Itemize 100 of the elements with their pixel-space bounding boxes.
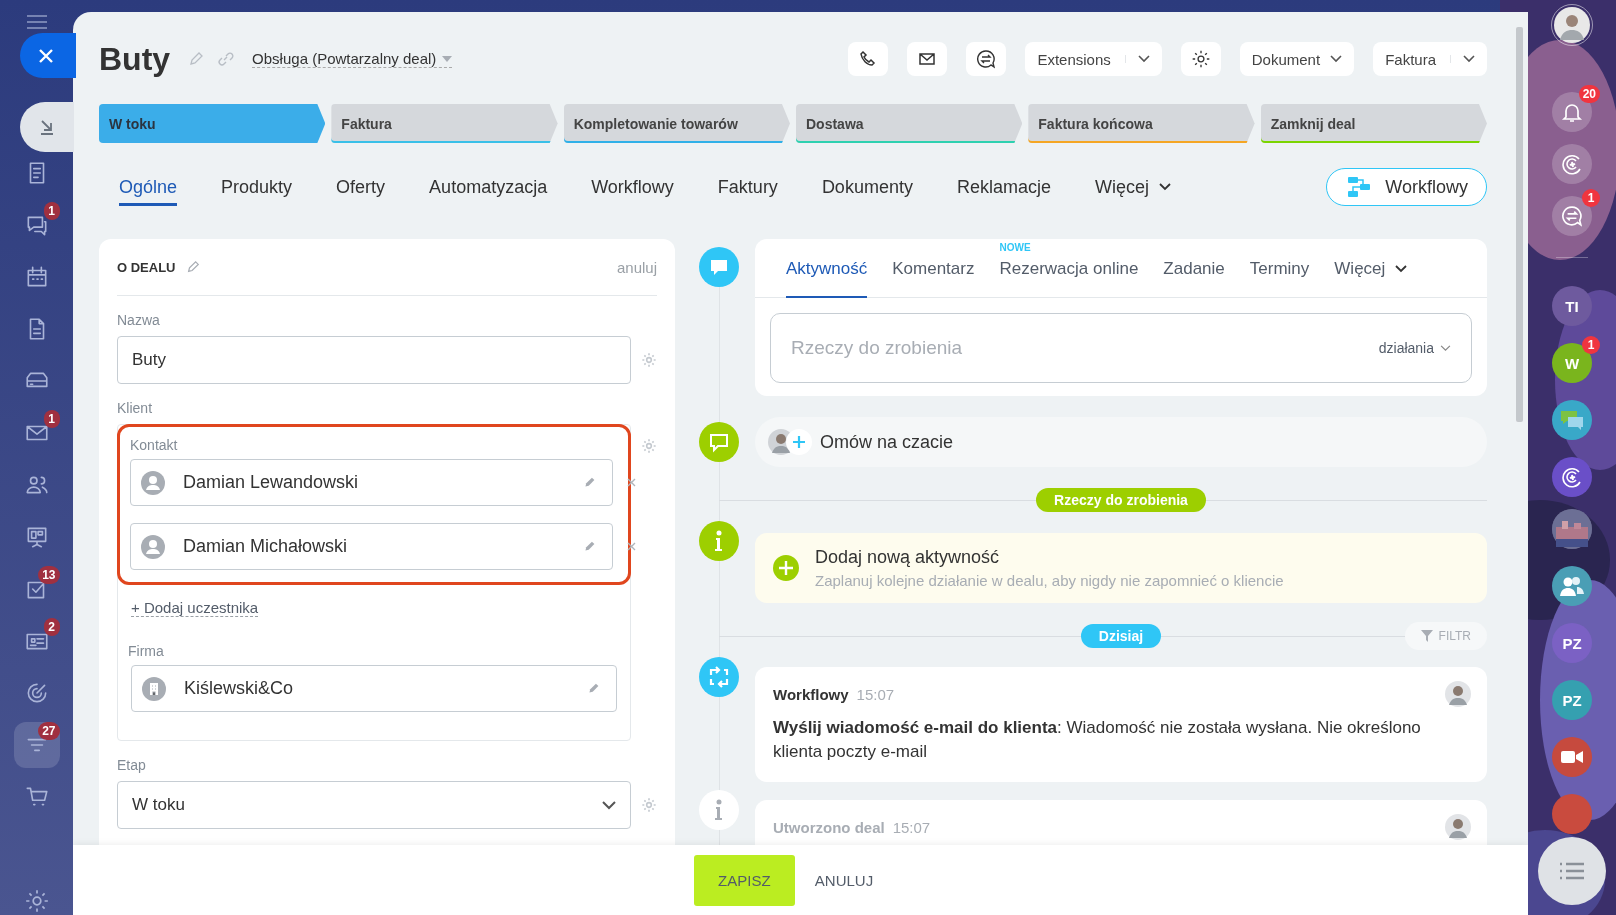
stage-step[interactable]: Dostawa [796,104,1023,143]
settings-button[interactable] [1180,42,1221,76]
tab[interactable]: Zadanie [1163,239,1225,298]
chat-button[interactable] [966,42,1007,76]
event-title: Utworzono deal [773,818,885,836]
chevron-icon [1330,55,1343,63]
tab[interactable]: Workflowy [591,168,674,206]
event-title: Workflowy [773,685,849,703]
field-label: Etap [117,757,147,773]
info-icon [699,521,739,561]
chevron-icon [1395,264,1408,273]
people-icon [1559,575,1585,597]
bell-icon [1561,101,1583,123]
tab[interactable]: Reklamacje [956,168,1051,206]
avatar-icon [1445,681,1471,707]
dropdown-button[interactable]: Faktura [1373,42,1487,76]
gear-icon[interactable] [23,888,50,914]
close-button[interactable] [20,33,76,78]
field-label: Kontakt [130,437,179,453]
event-time: 15:07 [856,685,895,703]
stage-step[interactable]: Faktura [331,104,558,143]
tab[interactable]: NOWE Rezerwacja online [999,239,1139,298]
nav-item[interactable]: 2 [13,618,60,664]
tab[interactable]: Faktury [717,168,778,206]
nav-item[interactable]: 1 [13,410,60,456]
tab[interactable]: Komentarz [892,239,975,298]
nav-item[interactable]: 1 [13,202,60,248]
chat-arrows-icon [976,49,997,69]
chat-icon [699,422,739,462]
card-subtitle: Zaplanuj kolejne działanie w dealu, aby nigdy nie zapomnieć o kliencie [815,572,1284,589]
list-icon [1558,861,1586,881]
event-time: 15:07 [892,818,931,836]
funnel-icon [1420,630,1433,642]
mail-button[interactable] [907,42,948,76]
dropdown-button[interactable]: Dokument [1239,42,1355,76]
field-label: Firma [128,643,165,659]
stage-step[interactable]: Zamknij deal [1260,104,1487,143]
avatar-icon [1554,7,1590,43]
save-button[interactable]: ZAPISZ [693,854,795,906]
contact-field[interactable]: Damian Lewandowski [130,459,613,506]
scrollbar[interactable] [1516,27,1523,422]
workflow-icon [1347,176,1372,198]
company-field[interactable]: Kiślewski&Co [131,665,617,712]
spiral-icon [1561,466,1583,488]
comment-icon [699,247,739,287]
gear-icon [1190,49,1211,69]
remove-icon[interactable] [627,478,636,487]
video-camera-icon [1560,749,1584,765]
todo-field[interactable]: Rzeczy do zrobienia działania [770,313,1472,383]
chevron-icon [1159,183,1171,191]
chat-row[interactable]: Omów na czacie [755,417,1487,467]
person-icon [141,534,165,559]
field-label: Nazwa [117,312,161,328]
building-icon [142,676,166,701]
section-title: O DEALU [117,259,176,275]
new-label: NOWE [999,242,1031,253]
contact-field[interactable]: Damian Michałowski [130,523,613,570]
chevron-icon [602,800,616,810]
tab[interactable]: Więcej [1334,239,1408,298]
actions-dropdown[interactable]: działania [1378,340,1451,356]
deal-title: Buty [99,40,171,78]
card-title: Dodaj nową aktywność [815,547,1001,568]
stage-step[interactable]: Faktura końcowa [1028,104,1255,143]
tab[interactable]: Terminy [1249,239,1310,298]
spiral-icon [1561,153,1583,175]
tab[interactable]: Aktywność [786,239,868,298]
add-activity-card[interactable]: Dodaj nową aktywność Zaplanuj kolejne działanie w dealu, aby nigdy nie zapomnieć o kliencie [755,533,1487,603]
mail-icon [918,50,937,68]
tab[interactable]: Automatyzacja [429,168,548,206]
tab[interactable]: Dokumenty [821,168,913,206]
minimize-button[interactable] [20,102,74,152]
tab[interactable]: Ogólne [119,168,178,206]
refresh-icon [699,657,739,697]
chevron-icon [1440,344,1451,352]
rail-item[interactable] [1551,4,1593,46]
stage-select[interactable]: W toku [117,781,631,829]
avatar-icon [1445,814,1471,840]
menu-icon[interactable] [25,14,48,30]
nav-item[interactable]: 27 [13,722,60,768]
extensions-button[interactable]: Extensions [1025,42,1162,76]
info-icon [699,790,739,830]
cancel-button[interactable]: ANULUJ [810,871,878,889]
event-text: Wyślij wiadomość e-mail do klienta: Wiadomość nie została wysłana. Nie określono klienta poczty e-mail [773,717,1422,763]
stage-step[interactable]: W toku [99,104,326,143]
stage-step[interactable]: Kompletowanie towarów [563,104,790,143]
tab[interactable]: Oferty [336,168,386,206]
phone-button[interactable] [848,42,889,76]
nav-item[interactable]: 13 [13,566,60,612]
add-participant-link[interactable]: + Dodaj uczestnika [131,599,259,617]
chat-arrows-icon [1561,205,1583,227]
phone-icon [859,50,878,68]
category-dropdown[interactable]: Obsługa (Powtarzalny deal) [252,50,453,68]
chevron-icon [1124,55,1150,63]
remove-icon[interactable] [627,542,636,551]
person-icon [141,470,165,495]
workflow-button[interactable]: Workflowy [1326,168,1487,206]
tab[interactable]: Produkty [221,168,293,206]
field-label: Klient [117,400,154,416]
name-field[interactable]: Buty [117,336,631,384]
tab[interactable]: Więcej [1094,168,1171,206]
